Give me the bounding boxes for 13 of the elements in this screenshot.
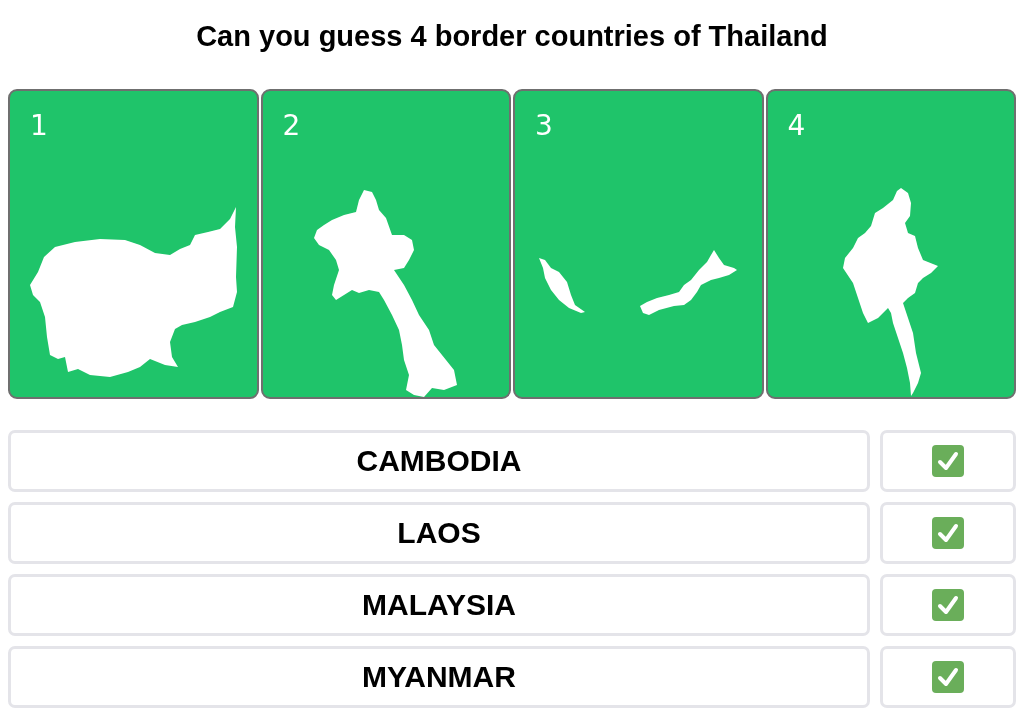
card-number: 1 xyxy=(30,109,48,143)
answer-slot: MYANMAR xyxy=(8,646,870,708)
card-number: 4 xyxy=(787,109,806,143)
map-card[interactable]: 3 xyxy=(513,89,764,399)
answer-slot: MALAYSIA xyxy=(8,574,870,636)
map-card[interactable]: 1 xyxy=(8,89,259,399)
map-card[interactable]: 4 xyxy=(765,89,1016,399)
answer-slot: LAOS xyxy=(8,502,870,564)
answer-slot: CAMBODIA xyxy=(8,430,870,492)
card-number: 3 xyxy=(535,109,553,143)
card-number: 2 xyxy=(282,109,301,143)
quiz-title: Can you guess 4 border countries of Thailand xyxy=(196,20,828,53)
map-card[interactable]: 2 xyxy=(260,89,511,399)
